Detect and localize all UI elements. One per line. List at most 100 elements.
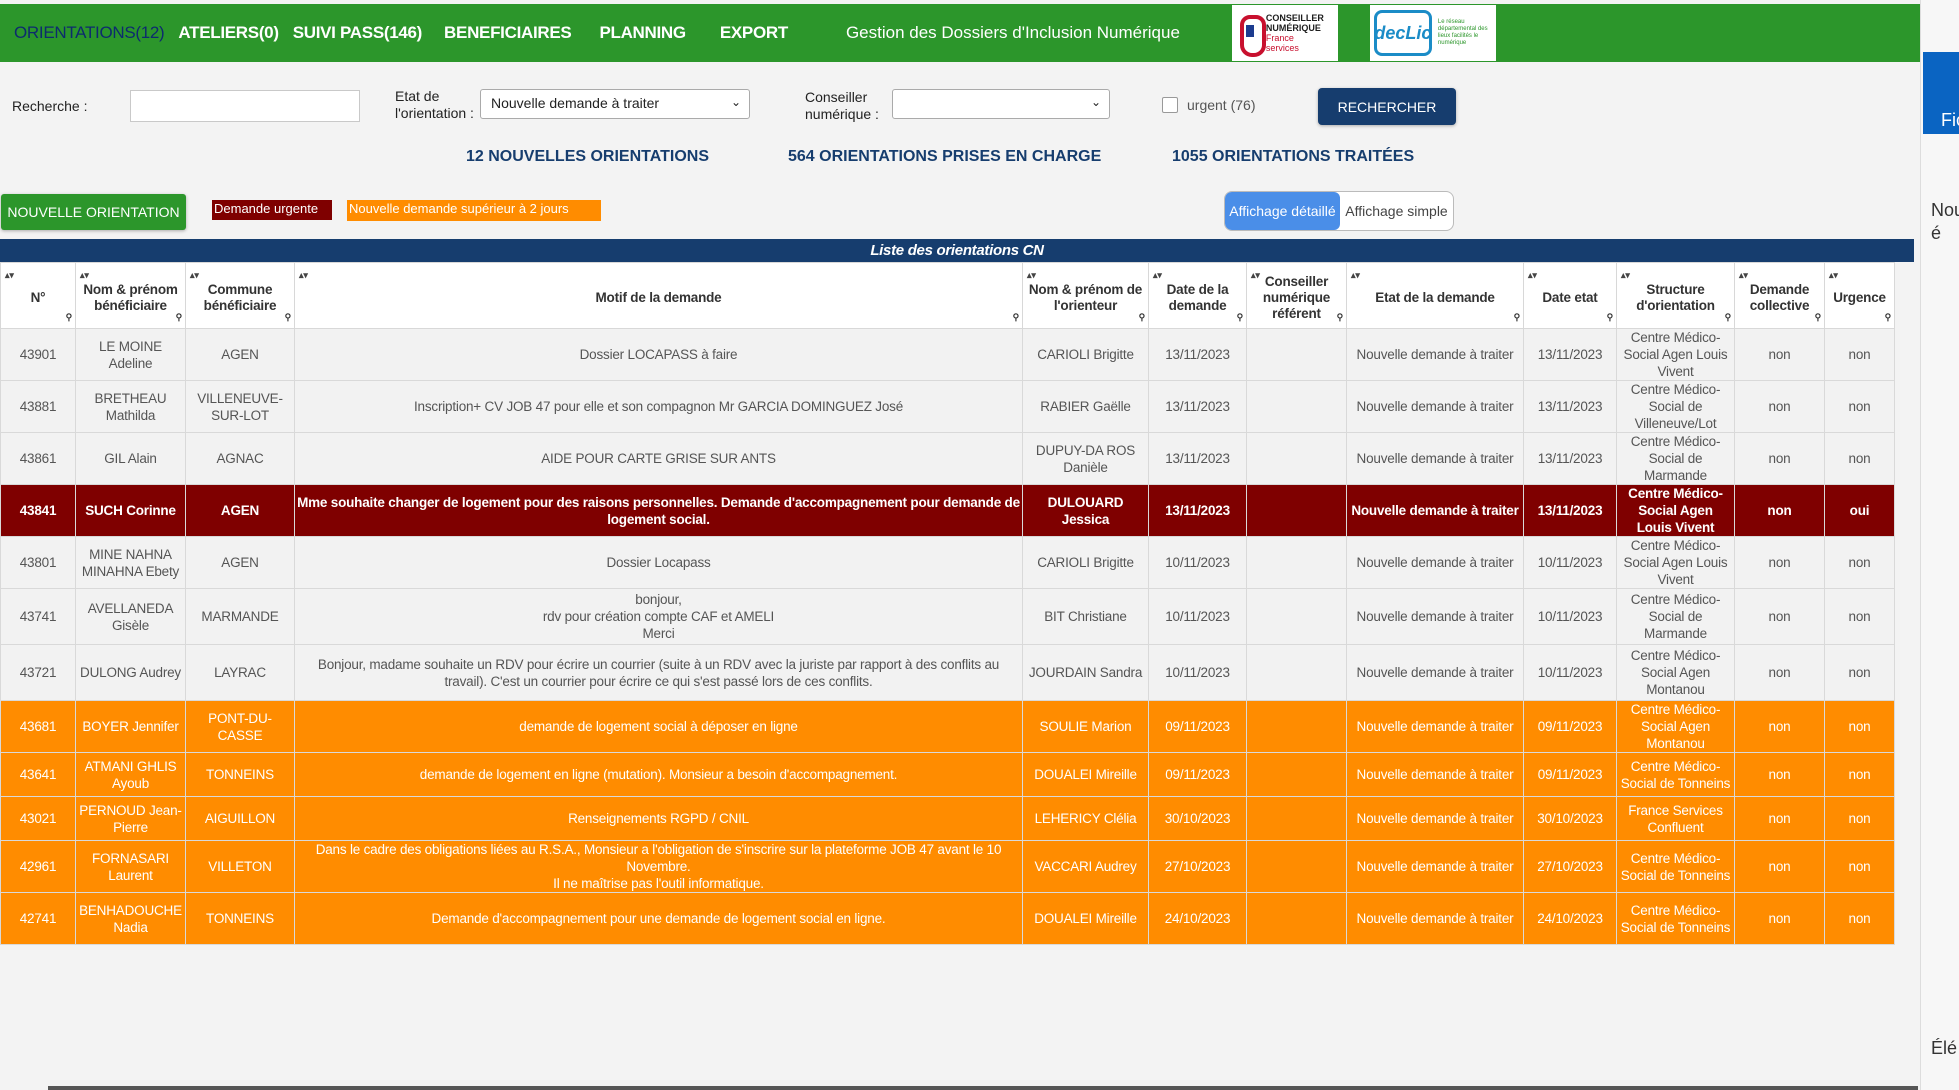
conseiller-select[interactable]: ⌄ [892,89,1110,119]
filter-icon[interactable]: ⚲ [1885,309,1892,325]
column-header[interactable]: ▴▾ Motif de la demande ⚲ [294,262,1023,329]
view-toggle: Affichage détaillé Affichage simple [1224,191,1454,231]
table-cell: non [1824,840,1895,893]
nav-export[interactable]: EXPORT [698,23,800,43]
app-title: Gestion des Dossiers d'Inclusion Numériq… [845,23,1180,42]
sort-icon[interactable]: ▴▾ [80,267,89,283]
filter-icon[interactable]: ⚲ [1725,309,1732,325]
side-window-tab[interactable]: Fic [1923,52,1959,134]
nav-beneficiaires[interactable]: BENEFICIAIRES [434,23,583,43]
table-cell: Nouvelle demande à traiter [1346,588,1524,645]
filter-icon[interactable]: ⚲ [1337,309,1344,325]
table-cell: RABIER Gaëlle [1022,380,1149,433]
stat-taken-orientations: 564 ORIENTATIONS PRISES EN CHARGE [788,148,1102,165]
table-row[interactable]: 43801 MINE NAHNA MINAHNA Ebety AGEN Dossier… [0,536,1895,589]
table-cell: non [1734,644,1825,701]
column-header[interactable]: ▴▾ Nom & prénom de l'orienteur ⚲ [1022,262,1149,329]
table-row[interactable]: 43741 AVELLANEDA Gisèle MARMANDE bonjour, r… [0,588,1895,645]
etat-select[interactable]: Nouvelle demande à traiter ⌄ [480,89,750,119]
table-row[interactable]: 43681 BOYER Jennifer PONT-DU-CASSE demande … [0,700,1895,753]
table-row[interactable]: 43901 LE MOINE Adeline AGEN Dossier LOCAPAS… [0,328,1895,381]
table-cell: Centre Médico-Social de Tonneins [1616,840,1735,893]
table-cell: non [1824,380,1895,433]
table-cell: 09/11/2023 [1148,700,1247,753]
column-header[interactable]: ▴▾ Date de la demande ⚲ [1148,262,1247,329]
table-cell: non [1734,536,1825,589]
table-row[interactable]: 42741 BENHADOUCHE Nadia TONNEINS Demande d'… [0,892,1895,945]
sort-icon[interactable]: ▴▾ [1153,267,1162,283]
column-header-label: N° [30,289,46,305]
column-header[interactable]: ▴▾ Commune bénéficiaire ⚲ [185,262,295,329]
nav-ateliers[interactable]: ATELIERS(0) [176,23,290,43]
filter-icon[interactable]: ⚲ [1139,309,1146,325]
table-row[interactable]: 43881 BRETHEAU Mathilda VILLENEUVE-SUR-LOT… [0,380,1895,433]
table-cell: Demande d'accompagnement pour une demand… [294,892,1023,945]
search-input[interactable] [130,90,360,122]
table-cell: ATMANI GHLIS Ayoub [75,752,186,797]
column-header[interactable]: ▴▾ Structure d'orientation ⚲ [1616,262,1735,329]
column-header[interactable]: ▴▾ Urgence ⚲ [1824,262,1895,329]
table-cell: VILLETON [185,840,295,893]
sort-icon[interactable]: ▴▾ [5,267,14,283]
table-row[interactable]: 42961 FORNASARI Laurent VILLETON Dans le ca… [0,840,1895,893]
sort-icon[interactable]: ▴▾ [1251,267,1260,283]
horizontal-scrollbar[interactable] [48,1086,1918,1090]
filter-icon[interactable]: ⚲ [1815,309,1822,325]
sort-icon[interactable]: ▴▾ [1621,267,1630,283]
table-cell: demande de logement en ligne (mutation).… [294,752,1023,797]
search-button[interactable]: RECHERCHER [1318,88,1456,125]
filter-icon[interactable]: ⚲ [1607,309,1614,325]
legend-late: Nouvelle demande supérieur à 2 jours [347,200,601,221]
nav-planning[interactable]: PLANNING [583,23,697,43]
table-row[interactable]: 43721 DULONG Audrey LAYRAC Bonjour, madame … [0,644,1895,701]
sort-icon[interactable]: ▴▾ [1528,267,1537,283]
conseiller-label-2: numérique : [805,106,879,122]
nav-suivi-pass[interactable]: SUIVI PASS(146) [291,23,434,43]
table-cell: Centre Médico-Social Agen Louis Vivent [1616,484,1735,537]
table-row[interactable]: 43021 PERNOUD Jean-Pierre AIGUILLON Renseig… [0,796,1895,841]
sort-icon[interactable]: ▴▾ [1351,267,1360,283]
column-header[interactable]: ▴▾ Conseiller numérique référent ⚲ [1246,262,1347,329]
sort-icon[interactable]: ▴▾ [190,267,199,283]
table-cell: 27/10/2023 [1523,840,1617,893]
column-header[interactable]: ▴▾ Demande collective ⚲ [1734,262,1825,329]
table-cell: DULOUARD Jessica [1022,484,1149,537]
column-header[interactable]: ▴▾ Date etat ⚲ [1523,262,1617,329]
urgent-checkbox[interactable] [1162,97,1178,113]
filter-icon[interactable]: ⚲ [176,309,183,325]
table-cell: TONNEINS [185,752,295,797]
table-cell: AIGUILLON [185,796,295,841]
table-cell: Centre Médico-Social Agen Montanou [1616,700,1735,753]
nav-orientations[interactable]: ORIENTATIONS(12) [0,23,176,43]
table-cell: 43681 [0,700,76,753]
table-row[interactable]: 43641 ATMANI GHLIS Ayoub TONNEINS demande d… [0,752,1895,797]
table-cell: 10/11/2023 [1148,536,1247,589]
new-orientation-button[interactable]: NOUVELLE ORIENTATION [1,194,186,230]
column-header[interactable]: ▴▾ Nom & prénom bénéficiaire ⚲ [75,262,186,329]
table-cell: PONT-DU-CASSE [185,700,295,753]
filter-icon[interactable]: ⚲ [66,309,73,325]
table-cell: Renseignements RGPD / CNIL [294,796,1023,841]
table-cell: SUCH Corinne [75,484,186,537]
filter-icon[interactable]: ⚲ [1013,309,1020,325]
declic-subtitle: Le réseau départemental des lieux facili… [1437,19,1488,46]
table-cell: oui [1824,484,1895,537]
view-detailed-button[interactable]: Affichage détaillé [1225,192,1340,230]
column-header[interactable]: ▴▾ N° ⚲ [0,262,76,329]
table-cell: CARIOLI Brigitte [1022,536,1149,589]
sort-icon[interactable]: ▴▾ [1829,267,1838,283]
view-simple-button[interactable]: Affichage simple [1340,192,1453,230]
table-caption: Liste des orientations CN [0,239,1914,262]
table-row[interactable]: 43841 SUCH Corinne AGEN Mme souhaite change… [0,484,1895,537]
filter-icon[interactable]: ⚲ [1514,309,1521,325]
column-header[interactable]: ▴▾ Etat de la demande ⚲ [1346,262,1524,329]
table-cell: Centre Médico-Social de Marmande [1616,432,1735,485]
conseiller-label-1: Conseiller [805,89,868,105]
filter-icon[interactable]: ⚲ [1237,309,1244,325]
filter-icon[interactable]: ⚲ [285,309,292,325]
table-row[interactable]: 43861 GIL Alain AGNAC AIDE POUR CARTE GRISE… [0,432,1895,485]
france-services-icon [1238,13,1266,57]
sort-icon[interactable]: ▴▾ [299,267,308,283]
sort-icon[interactable]: ▴▾ [1739,267,1748,283]
sort-icon[interactable]: ▴▾ [1027,267,1036,283]
